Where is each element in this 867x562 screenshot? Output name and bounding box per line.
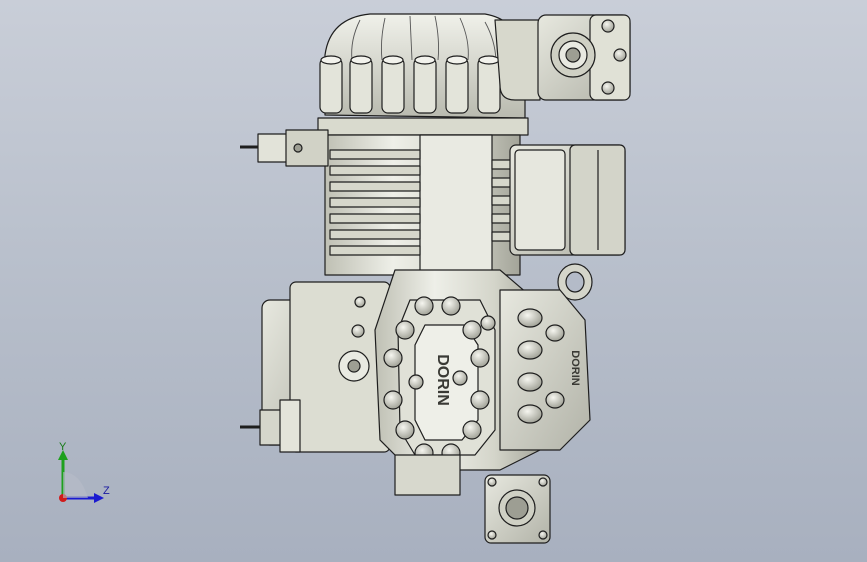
pressure-sensor-top[interactable] <box>240 129 329 167</box>
view-triad[interactable] <box>40 438 120 518</box>
cover-lettering: DORIN <box>434 354 451 406</box>
side-lettering: DORIN <box>569 350 581 386</box>
y-axis-label: Y <box>59 441 67 453</box>
oil-pump-housing[interactable] <box>240 281 391 453</box>
3d-viewport[interactable]: DORIN DORIN Y Z <box>0 0 867 562</box>
triad-arrows <box>58 450 104 503</box>
crankcase-body[interactable] <box>324 134 523 276</box>
discharge-valve[interactable] <box>494 14 631 101</box>
z-axis-label: Z <box>103 485 110 497</box>
side-head[interactable]: DORIN <box>499 289 591 451</box>
terminal-box[interactable] <box>509 144 626 256</box>
compressor-model[interactable]: DORIN DORIN <box>0 0 867 562</box>
